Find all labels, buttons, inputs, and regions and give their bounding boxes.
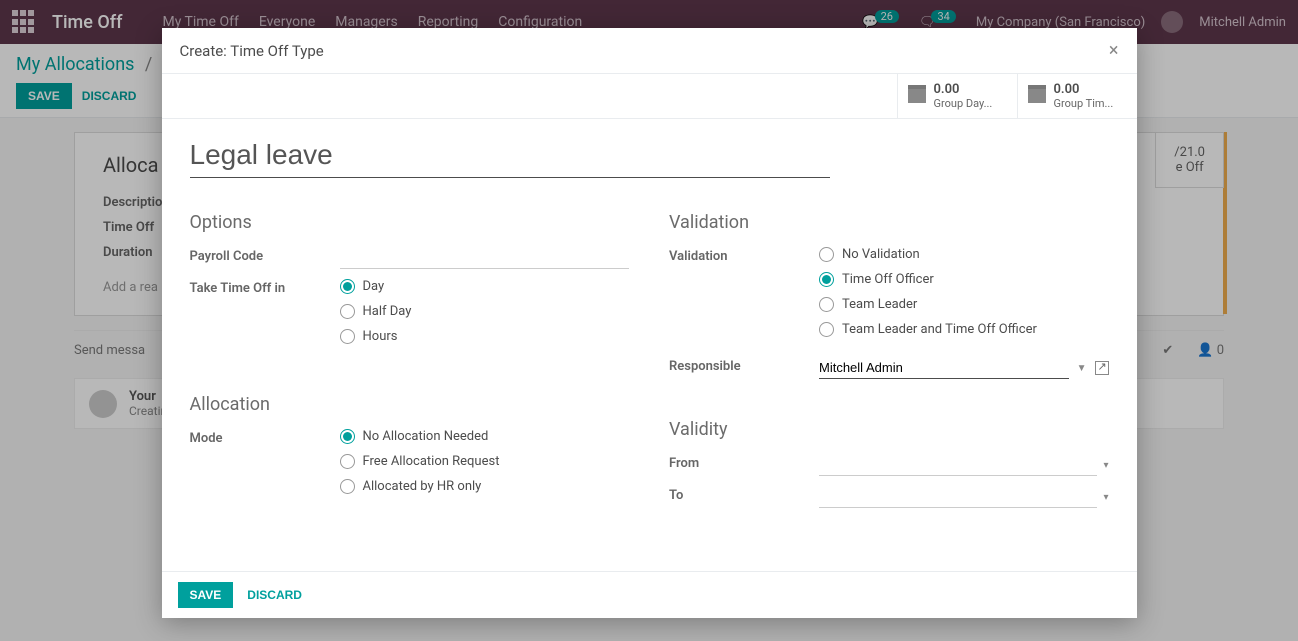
section-allocation: Allocation: [190, 394, 630, 415]
close-icon[interactable]: ×: [1109, 40, 1119, 61]
radio-label: Team Leader and Time Off Officer: [842, 322, 1037, 337]
to-date-input[interactable]: [819, 486, 1097, 508]
label-validation: Validation: [669, 247, 819, 264]
from-date-input[interactable]: [819, 454, 1097, 476]
modal-footer: SAVE DISCARD: [162, 571, 1137, 618]
radio-team-leader[interactable]: Team Leader: [819, 297, 1109, 312]
radio-label: Day: [363, 279, 385, 294]
stat-group-days[interactable]: 0.00 Group Day...: [897, 74, 1017, 118]
right-column: Validation Validation No Validation Time…: [669, 212, 1109, 518]
radio-label: No Validation: [842, 247, 920, 262]
radio-label: Time Off Officer: [842, 272, 934, 287]
label-payroll-code: Payroll Code: [190, 247, 340, 264]
radio-icon: [819, 322, 834, 337]
radio-hr-only[interactable]: Allocated by HR only: [340, 479, 630, 494]
modal-header: Create: Time Off Type ×: [162, 28, 1137, 74]
radio-free-allocation[interactable]: Free Allocation Request: [340, 454, 630, 469]
chevron-down-icon[interactable]: ▼: [1077, 363, 1087, 374]
radio-icon: [340, 329, 355, 344]
create-time-off-type-modal: Create: Time Off Type × 0.00 Group Day..…: [162, 28, 1137, 618]
radio-icon: [819, 272, 834, 287]
stat-label: Group Day...: [934, 97, 993, 110]
label-to: To: [669, 486, 819, 503]
stat-group-time[interactable]: 0.00 Group Tim...: [1017, 74, 1137, 118]
modal-title: Create: Time Off Type: [180, 42, 324, 60]
mode-radios: No Allocation Needed Free Allocation Req…: [340, 429, 630, 504]
label-from: From: [669, 454, 819, 471]
archive-icon: [908, 89, 926, 103]
radio-label: Team Leader: [842, 297, 917, 312]
take-time-off-radios: Day Half Day Hours: [340, 279, 630, 354]
name-input[interactable]: [190, 133, 830, 178]
radio-time-off-officer[interactable]: Time Off Officer: [819, 272, 1109, 287]
modal-discard-button[interactable]: DISCARD: [247, 588, 302, 602]
validation-radios: No Validation Time Off Officer Team Lead…: [819, 247, 1109, 347]
stat-value: 0.00: [934, 82, 993, 97]
label-responsible: Responsible: [669, 357, 819, 374]
radio-label: Free Allocation Request: [363, 454, 500, 469]
archive-icon: [1028, 89, 1046, 103]
radio-icon: [819, 297, 834, 312]
radio-icon: [340, 279, 355, 294]
chevron-down-icon[interactable]: ▾: [1103, 460, 1108, 471]
label-mode: Mode: [190, 429, 340, 446]
radio-team-leader-and-officer[interactable]: Team Leader and Time Off Officer: [819, 322, 1109, 337]
radio-day[interactable]: Day: [340, 279, 630, 294]
modal-save-button[interactable]: SAVE: [178, 582, 234, 608]
label-take-time-off-in: Take Time Off in: [190, 279, 340, 296]
external-link-icon[interactable]: [1095, 361, 1109, 375]
radio-icon: [819, 247, 834, 262]
radio-label: No Allocation Needed: [363, 429, 489, 444]
radio-half-day[interactable]: Half Day: [340, 304, 630, 319]
radio-no-validation[interactable]: No Validation: [819, 247, 1109, 262]
radio-no-allocation[interactable]: No Allocation Needed: [340, 429, 630, 444]
responsible-input[interactable]: [819, 357, 1069, 379]
radio-icon: [340, 429, 355, 444]
radio-icon: [340, 479, 355, 494]
radio-hours[interactable]: Hours: [340, 329, 630, 344]
section-validation: Validation: [669, 212, 1109, 233]
radio-label: Half Day: [363, 304, 412, 319]
modal-overlay[interactable]: Create: Time Off Type × 0.00 Group Day..…: [0, 0, 1298, 641]
radio-label: Allocated by HR only: [363, 479, 482, 494]
section-options: Options: [190, 212, 630, 233]
stat-value: 0.00: [1054, 82, 1114, 97]
section-validity: Validity: [669, 419, 1109, 440]
chevron-down-icon[interactable]: ▾: [1103, 492, 1108, 503]
stat-buttons: 0.00 Group Day... 0.00 Group Tim...: [162, 74, 1137, 119]
radio-label: Hours: [363, 329, 398, 344]
radio-icon: [340, 304, 355, 319]
payroll-code-input[interactable]: [340, 247, 630, 269]
stat-label: Group Tim...: [1054, 97, 1114, 110]
radio-icon: [340, 454, 355, 469]
modal-body: 0.00 Group Day... 0.00 Group Tim...: [162, 74, 1137, 571]
left-column: Options Payroll Code Take Time Off in Da…: [190, 212, 630, 518]
